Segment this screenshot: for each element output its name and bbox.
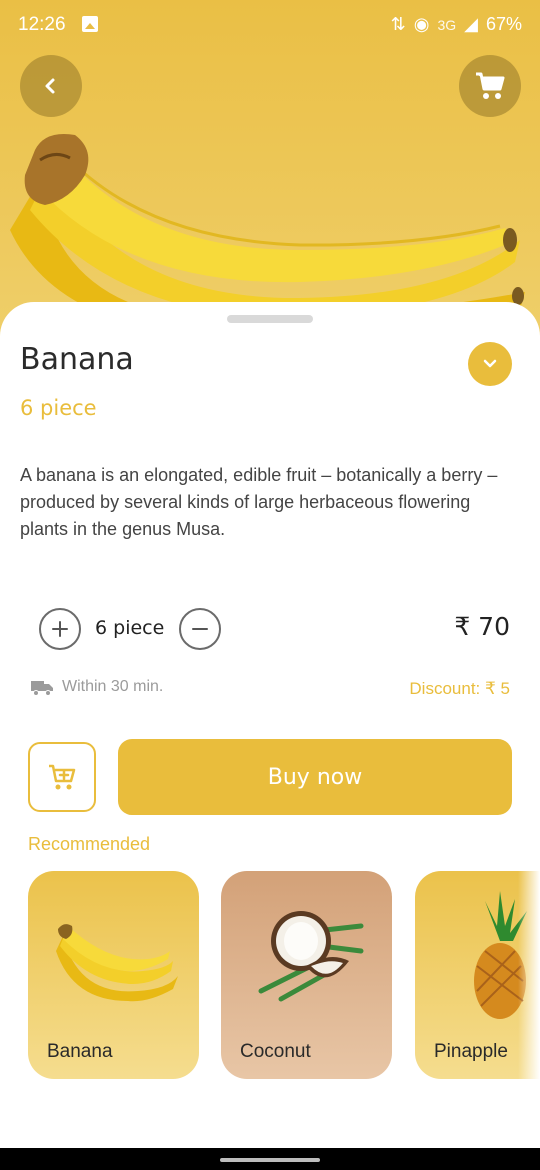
home-gesture-pill[interactable]: [220, 1158, 320, 1162]
collapse-button[interactable]: [468, 342, 512, 386]
gallery-notification-icon: [82, 16, 98, 32]
delivery-info: Within 30 min.: [30, 678, 163, 696]
recommended-item-label: Pinapple: [434, 1041, 508, 1062]
product-title: Banana: [20, 342, 134, 377]
banana-hero-illustration: [10, 134, 525, 339]
decrease-quantity-button[interactable]: [179, 608, 221, 650]
battery-level: 67%: [485, 14, 522, 34]
coconut-image: [258, 911, 364, 1002]
back-icon: [45, 78, 55, 94]
scroll-fade: [518, 871, 540, 1081]
product-unit: 6 piece: [20, 396, 97, 420]
buy-now-button[interactable]: Buy now: [118, 739, 512, 815]
chevron-down-icon: [483, 359, 497, 368]
product-price: ₹ 70: [454, 612, 510, 641]
network-type: 3G: [437, 16, 457, 33]
back-button[interactable]: [20, 55, 82, 117]
hotspot-icon: ◉: [413, 14, 430, 34]
drag-handle[interactable]: [227, 315, 313, 323]
add-to-cart-icon: [49, 764, 76, 790]
minus-icon: [192, 628, 208, 630]
recommended-item-coconut[interactable]: Coconut: [221, 871, 392, 1079]
vibrate-icon: ⇅: [390, 14, 406, 34]
recommended-list[interactable]: Banana Coconut Pinapple: [0, 871, 540, 1081]
system-navigation-bar: [0, 1148, 540, 1170]
recommended-item-label: Coconut: [240, 1041, 311, 1062]
recommended-item-label: Banana: [47, 1041, 113, 1062]
plus-icon: [52, 621, 68, 637]
signal-icon: ◢: [464, 14, 478, 34]
recommended-heading: Recommended: [28, 834, 151, 854]
cart-button[interactable]: [459, 55, 521, 117]
increase-quantity-button[interactable]: [39, 608, 81, 650]
product-description: A banana is an elongated, edible fruit –…: [20, 465, 498, 539]
product-hero-image: 12:26 ⇅ ◉ 3G ◢ 67%: [0, 0, 540, 340]
add-to-cart-button[interactable]: [28, 742, 96, 812]
recommended-item-banana[interactable]: Banana: [28, 871, 199, 1079]
banana-image: [56, 924, 178, 1002]
status-time: 12:26: [18, 14, 66, 35]
discount-text: Discount: ₹ 5: [409, 679, 510, 698]
quantity-value: 6 piece: [95, 617, 165, 639]
status-bar: 12:26 ⇅ ◉ 3G ◢ 67%: [0, 0, 540, 50]
cart-icon: [476, 72, 505, 99]
truck-icon: [31, 681, 53, 696]
product-detail-sheet: Banana 6 piece A banana is an elongated,…: [0, 302, 540, 1148]
delivery-text: Within 30 min.: [62, 678, 164, 695]
